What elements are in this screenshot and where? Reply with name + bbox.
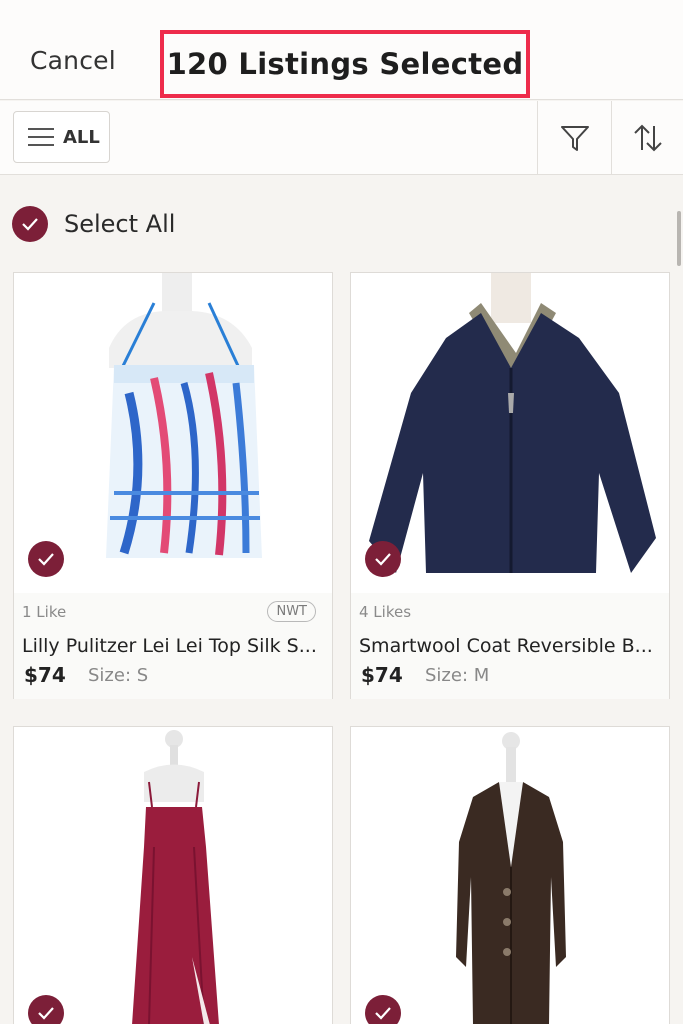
checkmark-icon — [38, 553, 54, 566]
all-filter-label: ALL — [63, 126, 100, 148]
listing-card[interactable]: 4 Likes Smartwool Coat Reversible B... $… — [350, 272, 670, 699]
listing-selected-checkbox[interactable] — [365, 541, 401, 577]
listing-size: Size: S — [88, 665, 149, 686]
listing-image[interactable] — [351, 727, 669, 1024]
select-all-checkbox[interactable] — [12, 206, 48, 242]
checkmark-icon — [375, 553, 391, 566]
listing-card[interactable] — [13, 726, 333, 1024]
listing-size: Size: M — [425, 665, 490, 686]
listing-image[interactable] — [351, 273, 669, 593]
listing-image[interactable] — [14, 273, 332, 593]
listing-image[interactable] — [14, 727, 332, 1024]
hamburger-icon — [28, 128, 54, 146]
header-bar: Cancel 120 Listings Selected — [0, 0, 683, 100]
select-all-label: Select All — [64, 210, 176, 238]
filter-button[interactable] — [537, 101, 611, 174]
listing-title[interactable]: Lilly Pulitzer Lei Lei Top Silk S... — [22, 635, 327, 657]
listing-meta: 1 Like NWT Lilly Pulitzer Lei Lei Top Si… — [14, 593, 332, 699]
listing-selected-checkbox[interactable] — [28, 541, 64, 577]
listing-title[interactable]: Smartwool Coat Reversible B... — [359, 635, 664, 657]
all-filter-button[interactable]: ALL — [13, 111, 110, 163]
checkmark-icon — [22, 218, 38, 231]
likes-count: 1 Like — [22, 603, 67, 621]
listing-selected-checkbox[interactable] — [28, 995, 64, 1024]
checkmark-icon — [38, 1007, 54, 1020]
filter-icon — [560, 125, 589, 151]
listing-selected-checkbox[interactable] — [365, 995, 401, 1024]
listing-card[interactable]: 1 Like NWT Lilly Pulitzer Lei Lei Top Si… — [13, 272, 333, 699]
listing-meta: 4 Likes Smartwool Coat Reversible B... $… — [351, 593, 669, 699]
likes-count: 4 Likes — [359, 603, 412, 621]
listing-price: $74 — [24, 663, 66, 687]
sort-icon — [633, 124, 662, 151]
condition-badge: NWT — [267, 601, 316, 622]
page-title: 120 Listings Selected — [166, 47, 524, 81]
listing-price: $74 — [361, 663, 403, 687]
select-all-row[interactable]: Select All — [12, 205, 175, 243]
sort-button[interactable] — [611, 101, 683, 174]
cancel-button[interactable]: Cancel — [30, 46, 116, 75]
title-highlight-box: 120 Listings Selected — [160, 30, 530, 98]
toolbar: ALL — [0, 101, 683, 266]
scrollbar[interactable] — [677, 211, 681, 266]
checkmark-icon — [375, 1007, 391, 1020]
listing-card[interactable] — [350, 726, 670, 1024]
